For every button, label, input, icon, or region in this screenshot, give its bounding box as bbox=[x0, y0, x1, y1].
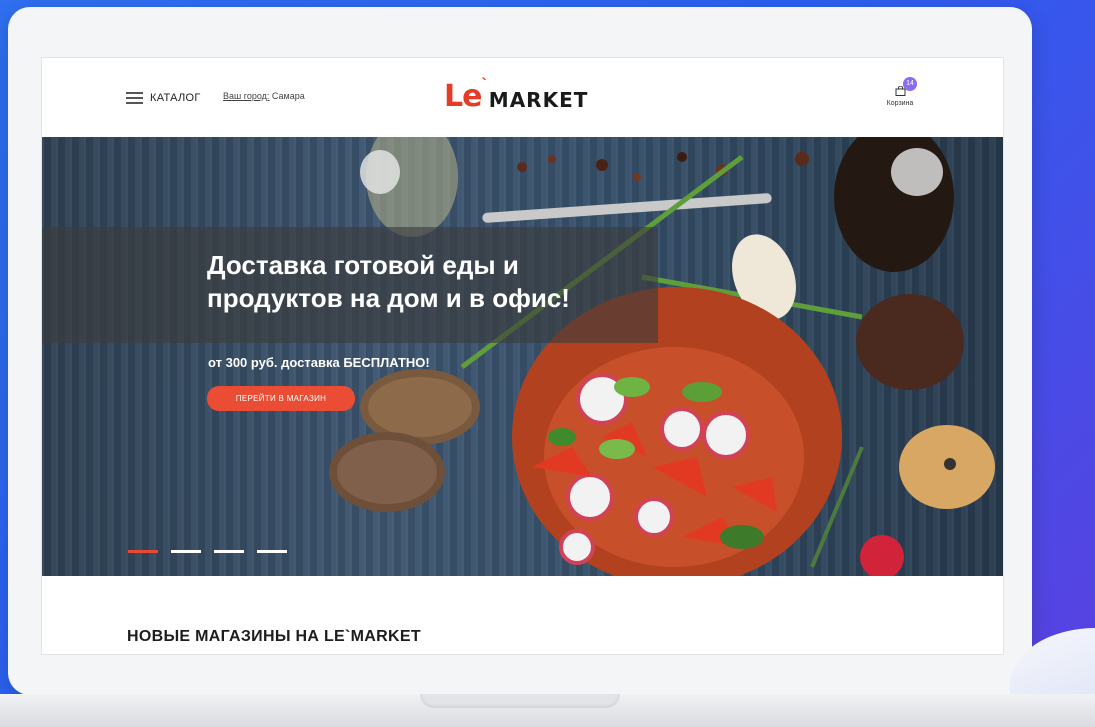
logo-market: MARKET bbox=[488, 88, 589, 112]
browser-viewport: КАТАЛОГ Ваш город: Самара Le ` MARKET 14 … bbox=[41, 57, 1004, 655]
hero-slider: Доставка готовой еды и продуктов на дом … bbox=[42, 137, 1003, 576]
hero-subtitle: от 300 руб. доставка БЕСПЛАТНО! bbox=[208, 355, 430, 370]
city-label-link[interactable]: Ваш город: bbox=[223, 91, 269, 101]
go-to-shop-button[interactable]: ПЕРЕЙТИ В МАГАЗИН bbox=[207, 386, 355, 411]
slider-dot-3[interactable] bbox=[214, 550, 244, 553]
new-stores-heading: НОВЫЕ МАГАЗИНЫ НА LE`MARKET bbox=[127, 628, 421, 645]
cart-count-badge: 14 bbox=[903, 77, 917, 91]
catalog-label: КАТАЛОГ bbox=[150, 92, 201, 104]
hamburger-icon bbox=[126, 92, 143, 104]
city-selector: Ваш город: Самара bbox=[223, 91, 305, 101]
hero-title-line2: продуктов на дом и в офис! bbox=[207, 283, 570, 313]
slider-dot-1[interactable] bbox=[128, 550, 158, 553]
catalog-button[interactable]: КАТАЛОГ bbox=[126, 88, 201, 108]
hero-title-line1: Доставка готовой еды и bbox=[207, 250, 519, 280]
slider-pagination bbox=[128, 550, 287, 553]
laptop-notch bbox=[420, 694, 620, 708]
city-value: Самара bbox=[271, 91, 305, 101]
cart-button[interactable]: 14 Корзина bbox=[883, 77, 917, 118]
hero-food-illustration bbox=[329, 137, 995, 576]
slider-dot-4[interactable] bbox=[257, 550, 287, 553]
cart-label: Корзина bbox=[886, 100, 914, 107]
slider-dot-2[interactable] bbox=[171, 550, 201, 553]
site-logo[interactable]: Le ` MARKET bbox=[444, 76, 589, 114]
hero-title: Доставка готовой еды и продуктов на дом … bbox=[207, 249, 667, 315]
site-header: КАТАЛОГ Ваш город: Самара Le ` MARKET 14 … bbox=[42, 58, 1003, 137]
logo-le: Le bbox=[444, 79, 482, 114]
